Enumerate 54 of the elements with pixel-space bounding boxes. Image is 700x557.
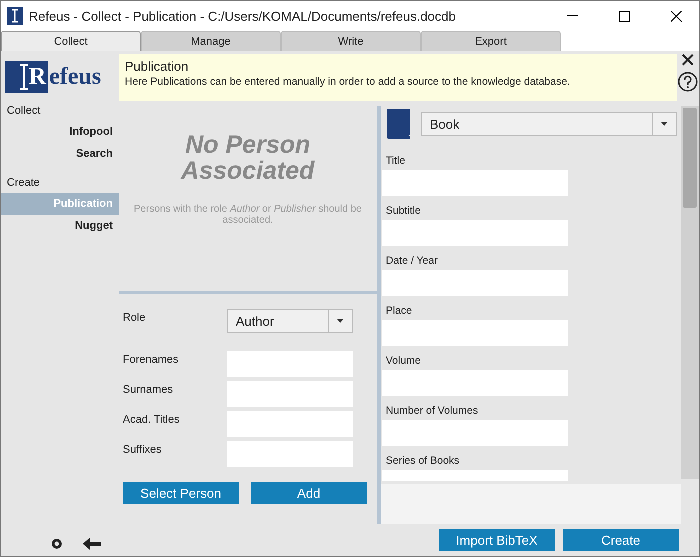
section-heading: Create <box>6 176 42 191</box>
field-label: Forenames <box>123 353 180 368</box>
field-label: Number of Volumes <box>385 404 480 419</box>
window-title: Refeus - Collect - Publication - C:/Users/KOMAL/Documents/refeus.docdb <box>29 8 458 24</box>
input-field[interactable] <box>227 441 353 467</box>
section-heading: Collect <box>6 104 42 119</box>
banner-title: Publication <box>125 59 190 74</box>
field-label: Title <box>385 154 406 169</box>
logo: Refeus <box>5 61 113 93</box>
tab[interactable]: Collect <box>1 31 141 51</box>
maximize-icon[interactable] <box>618 10 630 22</box>
field-label: Series of Books <box>385 454 461 469</box>
input-field[interactable] <box>382 170 568 196</box>
field-label: Subtitle <box>385 204 422 219</box>
book-icon <box>385 109 411 139</box>
help-icon[interactable] <box>678 72 698 92</box>
action-button[interactable]: Create <box>563 529 679 551</box>
input-field[interactable] <box>382 220 568 246</box>
input-field[interactable] <box>382 320 568 346</box>
sidebar-item[interactable]: Nugget <box>1 215 119 237</box>
field-label: Acad. Titles <box>123 413 181 428</box>
action-button[interactable]: Add <box>251 482 367 504</box>
close-icon[interactable] <box>670 10 682 22</box>
sidebar-item[interactable]: Search <box>1 143 119 165</box>
tab[interactable]: Export <box>421 31 561 51</box>
field-label: Surnames <box>123 383 174 398</box>
type-dropdown[interactable]: Book <box>421 112 677 136</box>
field-label: Suffixes <box>123 443 163 458</box>
input-field[interactable] <box>227 381 353 407</box>
caret-icon <box>337 319 344 323</box>
sidebar-item[interactable]: Infopool <box>1 121 119 143</box>
field-label: Role <box>123 311 147 326</box>
input-field[interactable] <box>382 370 568 396</box>
tab[interactable]: Manage <box>141 31 281 51</box>
caret-icon <box>661 122 668 126</box>
back-arrow-icon[interactable] <box>83 538 101 550</box>
input-field[interactable] <box>227 351 353 377</box>
input-field[interactable] <box>382 270 568 296</box>
input-field[interactable] <box>227 411 353 437</box>
empty-hint: Persons with the role Author or Publisher should be associated. <box>133 204 363 226</box>
minimize-icon[interactable] <box>566 15 578 17</box>
action-button[interactable]: Select Person <box>123 482 239 504</box>
input-field[interactable] <box>382 420 568 446</box>
field-label: Volume <box>385 354 422 369</box>
scrollbar[interactable] <box>681 106 699 479</box>
banner-text: Here Publications can be entered manually in order to add a source to the knowledge database. <box>125 76 572 88</box>
tab[interactable]: Write <box>281 31 421 51</box>
role-dropdown[interactable]: Author <box>227 309 353 333</box>
empty-title: No Person Associated <box>180 132 316 184</box>
app-icon <box>7 7 23 25</box>
action-button[interactable]: Import BibTeX <box>439 529 555 551</box>
close-icon[interactable] <box>682 54 694 66</box>
field-label: Place <box>385 304 414 319</box>
field-label: Date / Year <box>385 254 439 269</box>
